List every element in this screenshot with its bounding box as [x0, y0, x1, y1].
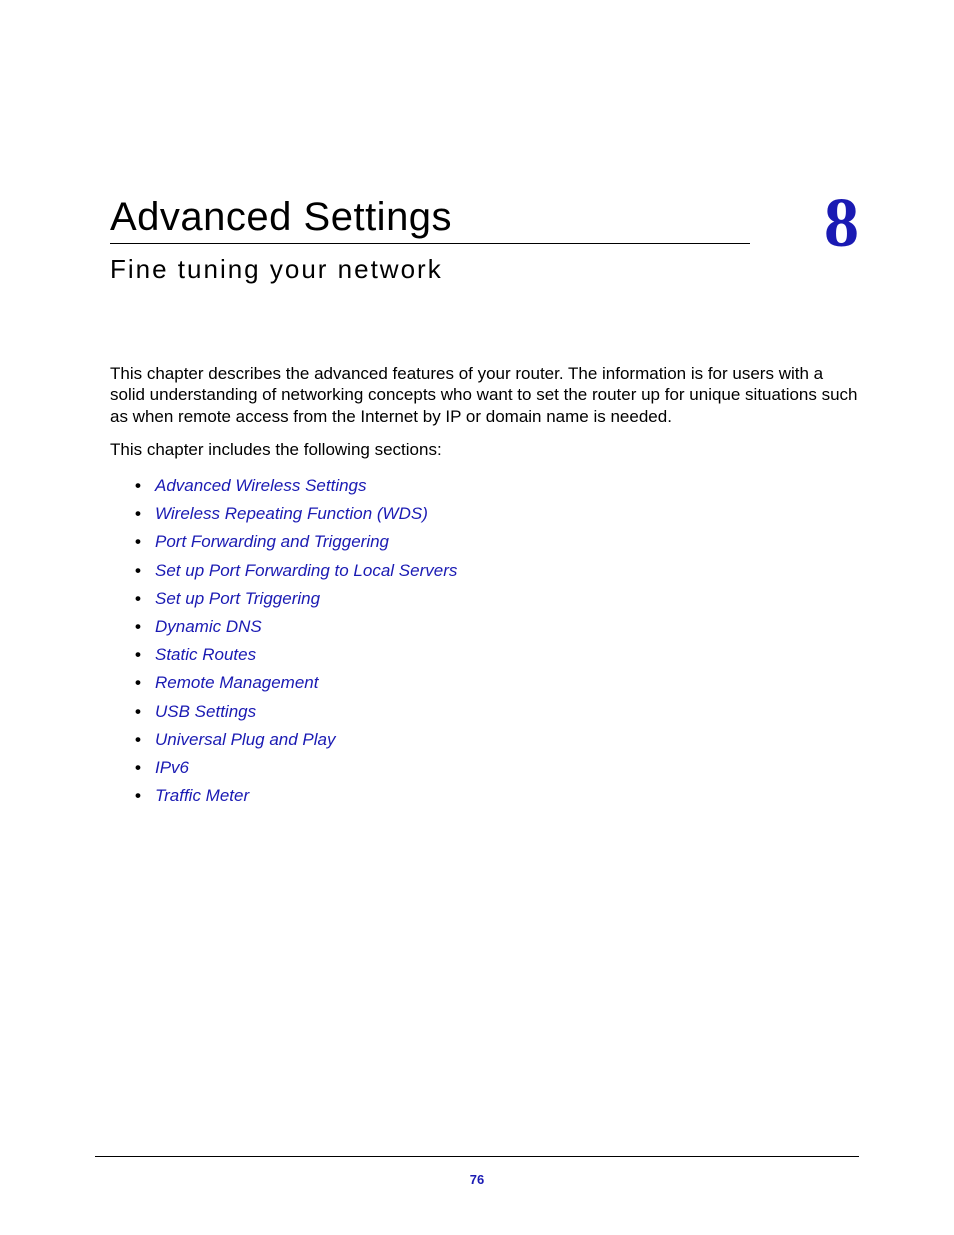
intro-block: This chapter describes the advanced feat…	[110, 363, 859, 460]
toc-item: •Set up Port Triggering	[155, 585, 859, 612]
toc-item: •Wireless Repeating Function (WDS)	[155, 500, 859, 527]
toc-link-dynamic-dns[interactable]: Dynamic DNS	[155, 617, 262, 636]
bullet-icon: •	[135, 726, 141, 753]
intro-paragraph-1: This chapter describes the advanced feat…	[110, 363, 859, 427]
bullet-icon: •	[135, 698, 141, 725]
toc-item: •Static Routes	[155, 641, 859, 668]
toc-link-port-fwd-trig[interactable]: Port Forwarding and Triggering	[155, 532, 389, 551]
toc-link-wds[interactable]: Wireless Repeating Function (WDS)	[155, 504, 428, 523]
bullet-icon: •	[135, 528, 141, 555]
toc-item: •Dynamic DNS	[155, 613, 859, 640]
toc-link-upnp[interactable]: Universal Plug and Play	[155, 730, 335, 749]
toc-link-ipv6[interactable]: IPv6	[155, 758, 189, 777]
toc-link-port-fwd-local[interactable]: Set up Port Forwarding to Local Servers	[155, 561, 457, 580]
bullet-icon: •	[135, 641, 141, 668]
bullet-icon: •	[135, 557, 141, 584]
chapter-subtitle: Fine tuning your network	[110, 254, 804, 285]
bullet-icon: •	[135, 500, 141, 527]
toc-link-remote-mgmt[interactable]: Remote Management	[155, 673, 318, 692]
document-page: Advanced Settings Fine tuning your netwo…	[0, 0, 954, 1235]
bullet-icon: •	[135, 669, 141, 696]
bullet-icon: •	[135, 754, 141, 781]
toc-item: •Universal Plug and Play	[155, 726, 859, 753]
toc-item: •IPv6	[155, 754, 859, 781]
chapter-header: Advanced Settings Fine tuning your netwo…	[110, 195, 859, 285]
toc-link-usb-settings[interactable]: USB Settings	[155, 702, 256, 721]
toc-item: •Set up Port Forwarding to Local Servers	[155, 557, 859, 584]
title-rule	[110, 243, 750, 244]
toc-item: •Remote Management	[155, 669, 859, 696]
toc-item: •Traffic Meter	[155, 782, 859, 809]
title-block: Advanced Settings Fine tuning your netwo…	[110, 195, 804, 285]
chapter-title: Advanced Settings	[110, 195, 804, 240]
toc-item: •USB Settings	[155, 698, 859, 725]
toc-item: •Advanced Wireless Settings	[155, 472, 859, 499]
chapter-number: 8	[824, 189, 859, 259]
toc-link-advanced-wireless[interactable]: Advanced Wireless Settings	[155, 476, 367, 495]
footer-rule	[95, 1156, 859, 1157]
toc-item: •Port Forwarding and Triggering	[155, 528, 859, 555]
intro-paragraph-2: This chapter includes the following sect…	[110, 439, 859, 460]
bullet-icon: •	[135, 613, 141, 640]
toc-link-static-routes[interactable]: Static Routes	[155, 645, 256, 664]
toc-list: •Advanced Wireless Settings •Wireless Re…	[110, 472, 859, 809]
bullet-icon: •	[135, 585, 141, 612]
bullet-icon: •	[135, 782, 141, 809]
toc-link-traffic-meter[interactable]: Traffic Meter	[155, 786, 249, 805]
bullet-icon: •	[135, 472, 141, 499]
toc-link-port-triggering[interactable]: Set up Port Triggering	[155, 589, 320, 608]
page-number: 76	[0, 1172, 954, 1187]
